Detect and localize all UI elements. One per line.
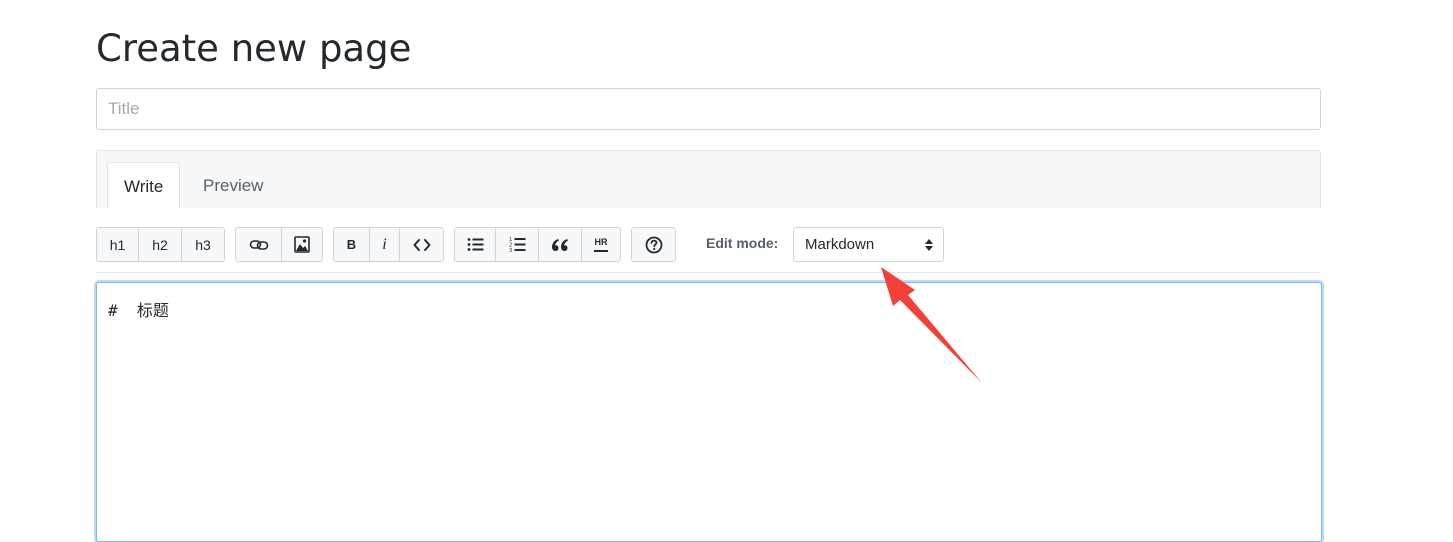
quote-button[interactable] bbox=[539, 228, 582, 261]
image-button[interactable] bbox=[282, 228, 322, 261]
link-button[interactable] bbox=[236, 228, 282, 261]
editor-tabs: Write Preview bbox=[96, 150, 1321, 209]
format-button-group: B i bbox=[333, 227, 444, 262]
h3-button[interactable]: h3 bbox=[182, 228, 224, 261]
quote-icon bbox=[551, 238, 569, 252]
annotation-arrow bbox=[881, 267, 982, 383]
editor-textarea[interactable]: # 标题 bbox=[96, 282, 1322, 542]
h1-button[interactable]: h1 bbox=[97, 228, 139, 261]
link-icon bbox=[249, 238, 269, 252]
horizontal-rule-icon bbox=[594, 249, 608, 252]
header-button-group: h1 h2 h3 bbox=[96, 227, 225, 262]
hr-button[interactable]: HR bbox=[582, 228, 620, 261]
help-button-group bbox=[631, 227, 676, 262]
svg-text:3: 3 bbox=[509, 248, 512, 253]
hr-label: HR bbox=[594, 236, 608, 247]
tab-preview[interactable]: Preview bbox=[187, 162, 279, 209]
code-icon bbox=[413, 238, 431, 252]
insert-button-group bbox=[235, 227, 323, 262]
toolbar-divider bbox=[96, 272, 1321, 273]
help-button[interactable] bbox=[632, 228, 675, 261]
unordered-list-button[interactable] bbox=[455, 228, 496, 261]
bold-button[interactable]: B bbox=[334, 228, 370, 261]
image-icon bbox=[294, 236, 310, 253]
unordered-list-icon bbox=[467, 237, 484, 252]
block-button-group: 123 HR bbox=[454, 227, 621, 262]
tab-write[interactable]: Write bbox=[107, 162, 181, 209]
question-icon bbox=[645, 236, 663, 254]
h2-button[interactable]: h2 bbox=[139, 228, 182, 261]
ordered-list-icon: 123 bbox=[509, 236, 526, 253]
page-title: Create new page bbox=[96, 27, 412, 70]
edit-mode-value: Markdown bbox=[805, 236, 875, 253]
code-button[interactable] bbox=[400, 228, 443, 261]
ordered-list-button[interactable]: 123 bbox=[496, 228, 539, 261]
edit-mode-label: Edit mode: bbox=[706, 235, 779, 251]
edit-mode-select[interactable]: Markdown bbox=[793, 227, 944, 262]
select-arrows-icon bbox=[924, 238, 934, 257]
italic-button[interactable]: i bbox=[370, 228, 400, 261]
title-input[interactable] bbox=[96, 88, 1321, 130]
markdown-toolbar: h1 h2 h3 B i 1 2 3 HR Edit mode: Markdow… bbox=[96, 227, 996, 262]
